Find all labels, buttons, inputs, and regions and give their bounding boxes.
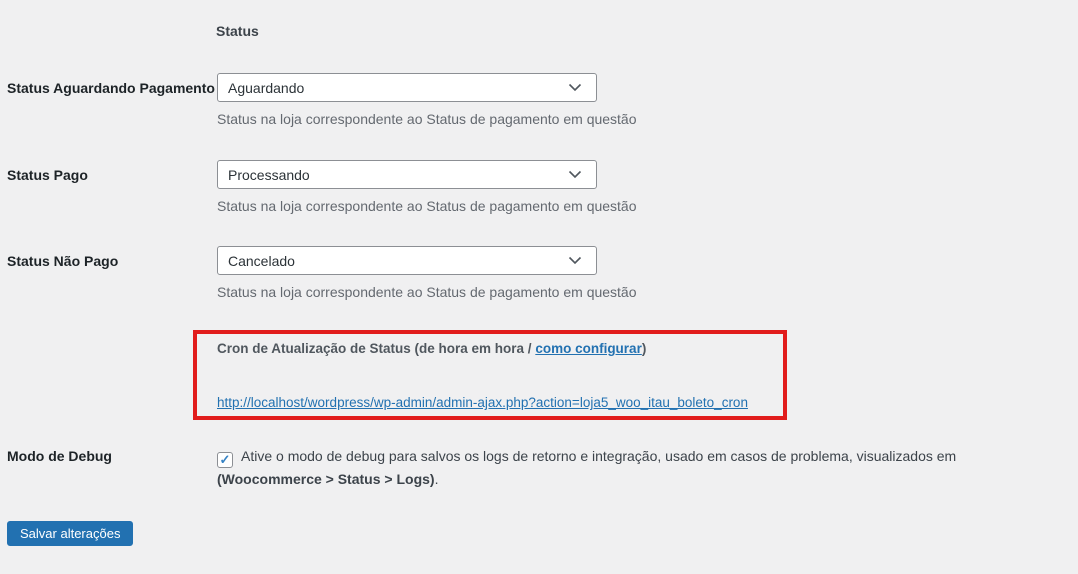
cron-url-line: http://localhost/wordpress/wp-admin/admi… bbox=[217, 394, 763, 412]
debug-checkbox[interactable]: ✓ bbox=[217, 452, 233, 468]
status-aguardando-description: Status na loja correspondente ao Status … bbox=[217, 110, 637, 128]
status-aguardando-select[interactable]: Aguardando bbox=[217, 73, 597, 102]
label-status-aguardando: Status Aguardando Pagamento bbox=[7, 80, 215, 96]
cron-title: Cron de Atualização de Status (de hora e… bbox=[217, 340, 763, 358]
chevron-down-icon bbox=[568, 83, 582, 92]
status-pago-description: Status na loja correspondente ao Status … bbox=[217, 197, 637, 215]
section-title: Status bbox=[216, 23, 259, 39]
select-value: Processando bbox=[228, 167, 310, 183]
cron-title-prefix: Cron de Atualização de Status (de hora e… bbox=[217, 341, 535, 356]
cron-title-suffix: ) bbox=[642, 341, 647, 356]
debug-text-before: Ative o modo de debug para salvos os log… bbox=[241, 448, 956, 464]
chevron-down-icon bbox=[568, 256, 582, 265]
status-nao-pago-select[interactable]: Cancelado bbox=[217, 246, 597, 275]
como-configurar-link[interactable]: como configurar bbox=[535, 341, 642, 356]
debug-text-bold: (Woocommerce > Status > Logs) bbox=[217, 471, 435, 487]
status-nao-pago-description: Status na loja correspondente ao Status … bbox=[217, 283, 637, 301]
debug-description: ✓ Ative o modo de debug para salvos os lo… bbox=[217, 445, 1043, 490]
label-status-nao-pago: Status Não Pago bbox=[7, 253, 118, 269]
chevron-down-icon bbox=[568, 170, 582, 179]
select-value: Cancelado bbox=[228, 253, 295, 269]
cron-highlight-box: Cron de Atualização de Status (de hora e… bbox=[193, 330, 787, 420]
cron-url-link[interactable]: http://localhost/wordpress/wp-admin/admi… bbox=[217, 395, 748, 410]
label-modo-de-debug: Modo de Debug bbox=[7, 448, 112, 464]
debug-text-after: . bbox=[435, 471, 439, 487]
check-icon: ✓ bbox=[220, 452, 231, 467]
label-status-pago: Status Pago bbox=[7, 167, 88, 183]
status-pago-select[interactable]: Processando bbox=[217, 160, 597, 189]
settings-page: Status Status Aguardando Pagamento Aguar… bbox=[0, 0, 1078, 574]
select-value: Aguardando bbox=[228, 80, 304, 96]
save-button[interactable]: Salvar alterações bbox=[7, 521, 133, 546]
